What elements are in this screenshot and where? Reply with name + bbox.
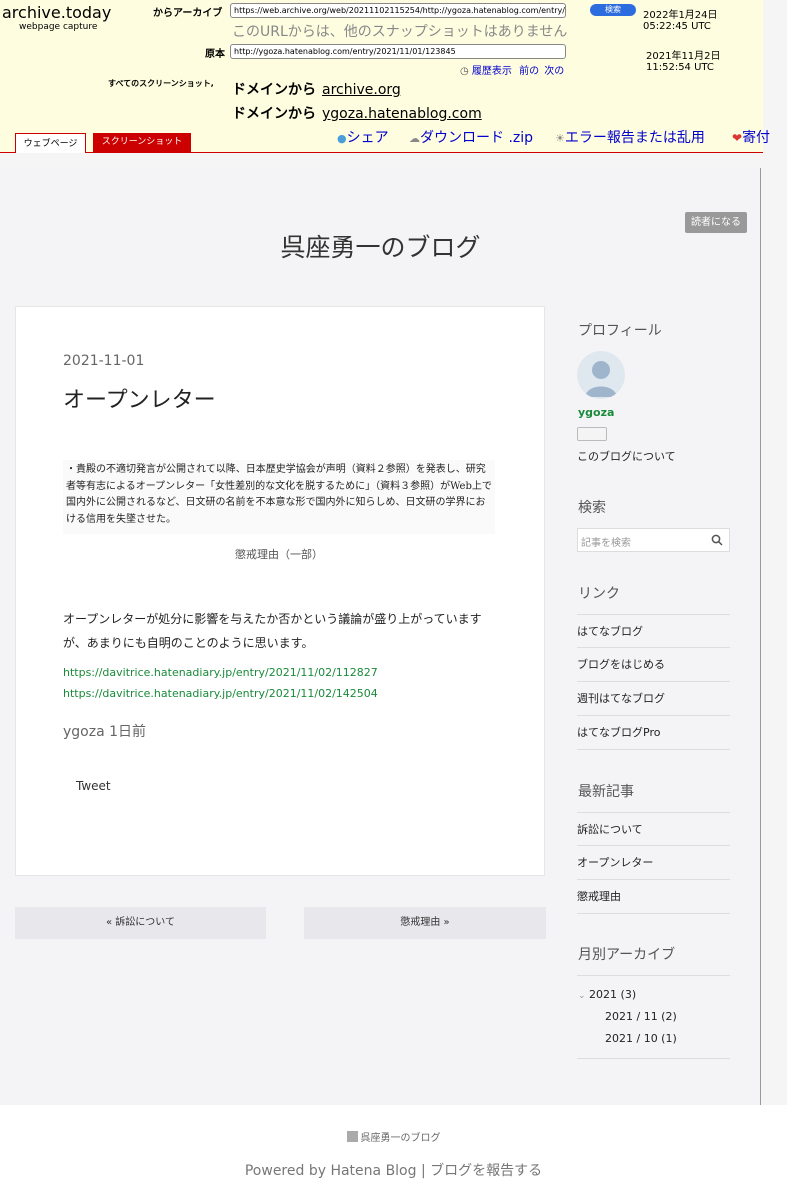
tweet-button[interactable]: Tweet: [76, 779, 111, 793]
archive-url-input[interactable]: https://web.archive.org/web/202111021152…: [230, 3, 566, 18]
avatar[interactable]: [577, 351, 625, 399]
original-timestamp: 2021年11月2日 11:52:54 UTC: [646, 51, 721, 73]
quote-image: ・貴殿の不適切発言が公開されて以降、日本歴史学協会が声明（資料２参照）を発表し、…: [63, 460, 495, 534]
prev-snapshot-link[interactable]: 前の: [519, 66, 539, 77]
tab-screenshot[interactable]: スクリーンショット: [93, 133, 191, 152]
next-snapshot-link[interactable]: 次の: [544, 66, 564, 77]
search-icon[interactable]: [711, 534, 723, 546]
search-button[interactable]: 検索: [590, 4, 636, 16]
search-input[interactable]: 記事を検索: [577, 528, 730, 552]
heart-icon: ❤: [732, 131, 743, 145]
all-screenshots-label: すべてのスクリーンショット,: [108, 79, 214, 88]
footer-separator: |: [420, 1163, 426, 1179]
download-icon: ☁: [409, 132, 420, 145]
footer-blog-title[interactable]: 呉座勇一のブログ: [0, 1129, 787, 1144]
sidebar-link-pro[interactable]: はてなブログPro: [577, 716, 730, 750]
footer: [0, 1105, 787, 1200]
archive-header: archive.today webpage capture からアーカイブ ht…: [0, 0, 770, 153]
post-link-2[interactable]: https://davitrice.hatenadiary.jp/entry/2…: [63, 687, 378, 700]
archive-month-1[interactable]: 2021 / 11 (2): [605, 1010, 677, 1023]
about-blog-link[interactable]: このブログについて: [577, 448, 676, 464]
archive-month-2[interactable]: 2021 / 10 (1): [605, 1032, 677, 1045]
profile-heading: プロフィール: [578, 323, 662, 339]
post-date[interactable]: 2021-11-01: [63, 353, 144, 369]
donate-link[interactable]: ❤寄付: [732, 127, 770, 147]
archive-brand[interactable]: archive.today: [2, 4, 111, 22]
from-domain-label: ドメインから: [232, 82, 316, 98]
post-author: ygoza 1日前: [63, 721, 146, 741]
domain-row-1: ドメインから archive.org: [232, 79, 401, 99]
recent-post-2[interactable]: オープンレター: [577, 846, 730, 880]
alert-icon: ☀: [555, 132, 565, 145]
blog-title[interactable]: 呉座勇一のブログ: [0, 228, 761, 264]
image-caption: 懲戒理由（一部）: [235, 548, 323, 561]
history-nav: ◷ 履歴表示 前の 次の: [460, 62, 564, 77]
profile-username[interactable]: ygoza: [578, 406, 614, 419]
sidebar-link-hatena-blog[interactable]: はてなブログ: [577, 614, 730, 648]
post-link-1[interactable]: https://davitrice.hatenadiary.jp/entry/2…: [63, 666, 378, 679]
user-silhouette-icon: [585, 361, 617, 397]
domain-row-2: ドメインから ygoza.hatenablog.com: [232, 103, 482, 123]
share-link[interactable]: ●シェア: [337, 127, 389, 147]
next-post-link[interactable]: 懲戒理由 »: [304, 907, 546, 939]
archive-heading: 月別アーカイブ: [578, 947, 676, 963]
no-snapshots-note: このURLからは、他のスナップショットはありません: [232, 24, 568, 40]
post-body: オープンレターが処分に影響を与えたか否かという議論が盛り上がっていますが、あまり…: [63, 612, 482, 650]
post-title[interactable]: オープンレター: [63, 382, 216, 414]
author-link[interactable]: ygoza: [63, 724, 105, 740]
original-url-field[interactable]: http://ygoza.hatenablog.com/entry/2021/1…: [230, 44, 566, 59]
from-domain-label-2: ドメインから: [232, 106, 316, 122]
search-placeholder: 記事を検索: [581, 538, 631, 549]
share-icon: ●: [337, 132, 347, 145]
report-blog-link[interactable]: ブログを報告する: [430, 1163, 542, 1179]
recent-post-1[interactable]: 訴訟について: [577, 812, 730, 846]
original-label: 原本: [205, 49, 225, 60]
domain-link-archive-org[interactable]: archive.org: [322, 82, 401, 98]
tab-webpage[interactable]: ウェブページ: [15, 133, 86, 153]
sidebar-link-weekly[interactable]: 週刊はてなブログ: [577, 682, 730, 716]
recent-heading: 最新記事: [578, 784, 634, 800]
powered-by: Powered by Hatena Blog | ブログを報告する: [0, 1160, 787, 1180]
archive-timestamp: 2022年1月24日 05:22:45 UTC: [643, 10, 718, 32]
post-ago[interactable]: 1日前: [109, 724, 146, 740]
history-link[interactable]: 履歴表示: [472, 66, 512, 77]
search-heading: 検索: [578, 500, 606, 516]
report-link[interactable]: ☀エラー報告または乱用: [555, 127, 705, 147]
powered-by-link[interactable]: Powered by Hatena Blog: [245, 1163, 417, 1179]
recent-post-3[interactable]: 懲戒理由: [577, 880, 730, 914]
chevron-down-icon[interactable]: ⌄: [578, 991, 586, 1001]
sidebar-link-start-blog[interactable]: ブログをはじめる: [577, 648, 730, 682]
prev-post-link[interactable]: « 訴訟について: [15, 907, 266, 939]
profile-badge: [577, 427, 607, 441]
archive-year[interactable]: ⌄ 2021 (3): [578, 988, 636, 1001]
domain-link-ygoza[interactable]: ygoza.hatenablog.com: [322, 106, 482, 122]
archive-brand-subtitle: webpage capture: [19, 22, 98, 32]
download-link[interactable]: ☁ダウンロード .zip: [409, 127, 533, 147]
archive-from-label: からアーカイブ: [153, 8, 223, 19]
clock-icon: ◷: [460, 66, 469, 77]
blog-favicon-icon: [346, 1131, 358, 1142]
links-heading: リンク: [578, 586, 620, 602]
